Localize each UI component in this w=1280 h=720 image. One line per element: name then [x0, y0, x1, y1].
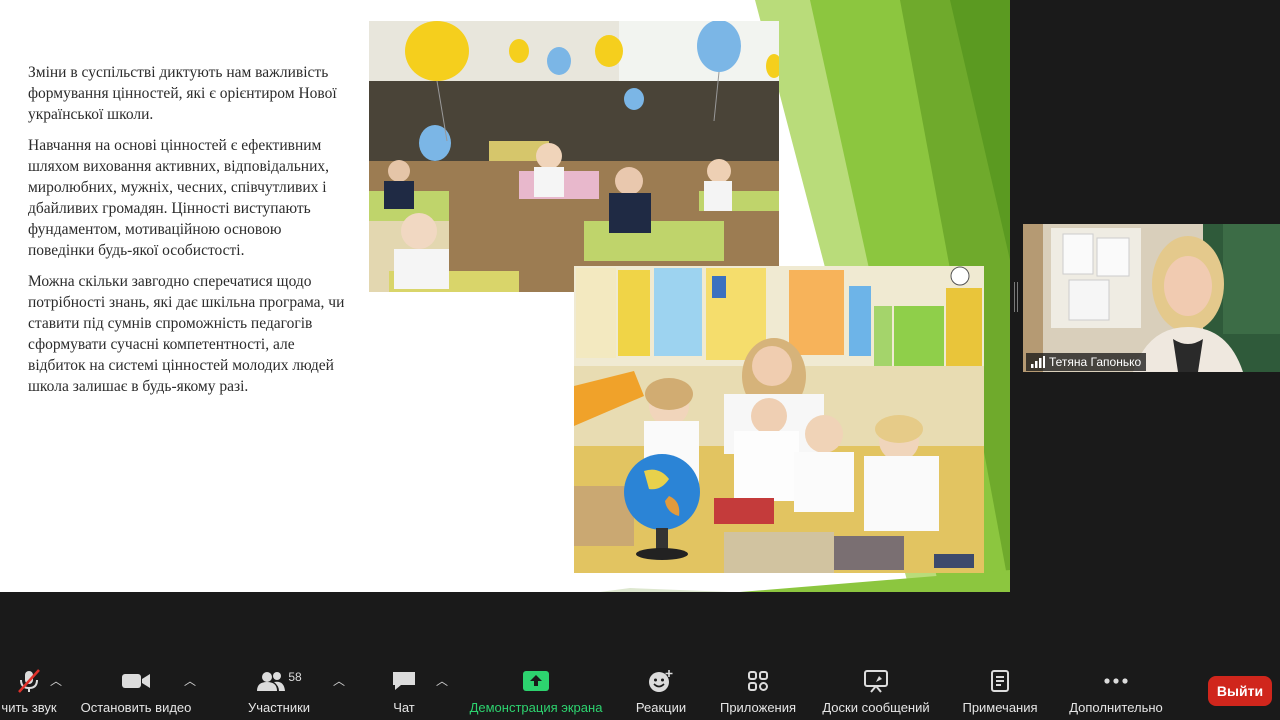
whiteboard-icon	[856, 666, 896, 696]
leave-meeting-button[interactable]: Выйти	[1208, 676, 1272, 706]
video-panel-resize-handle[interactable]	[1014, 282, 1018, 312]
participants-label: Участники	[247, 700, 311, 715]
participants-count: 58	[288, 670, 302, 684]
meeting-toolbar: чить звук ︿ Остановить видео ︿ 58 Участн…	[0, 660, 1280, 720]
participants-options-chevron-icon[interactable]: ︿	[333, 672, 345, 689]
chat-label: Чат	[393, 700, 415, 715]
slide-paragraph-2: Навчання на основі цінностей є ефективни…	[28, 137, 329, 259]
participants-icon: 58	[249, 666, 309, 696]
whiteboards-button[interactable]: Доски сообщений	[814, 660, 938, 720]
notes-label: Примечания	[962, 700, 1038, 715]
video-options-chevron-icon[interactable]: ︿	[184, 672, 196, 689]
apps-label: Приложения	[719, 700, 797, 715]
share-screen-button[interactable]: Демонстрация экрана	[462, 660, 610, 720]
muted-microphone-icon	[9, 666, 49, 696]
slide-green-bottom-strip	[600, 570, 1010, 592]
whiteboards-label: Доски сообщений	[822, 700, 930, 715]
chat-bubble-icon	[384, 666, 424, 696]
classroom-photo-1	[369, 21, 779, 292]
classroom-photo-2	[574, 266, 984, 573]
smiley-plus-icon	[641, 666, 681, 696]
chat-options-chevron-icon[interactable]: ︿	[436, 672, 448, 689]
participant-name-tag: Тетяна Гапонько	[1026, 353, 1147, 371]
stop-video-button[interactable]: Остановить видео	[76, 660, 196, 720]
slide-paragraph-3: Можна скільки завгодно сперечатися щодо …	[28, 273, 345, 395]
apps-icon	[738, 666, 778, 696]
unmute-button[interactable]: чить звук	[0, 660, 64, 720]
participant-name: Тетяна Гапонько	[1049, 355, 1142, 369]
zoom-meeting-window: Зміни в суспільстві диктують нам важливі…	[0, 0, 1280, 720]
audio-options-chevron-icon[interactable]: ︿	[50, 672, 62, 689]
notes-button[interactable]: Примечания	[956, 660, 1044, 720]
video-camera-icon	[116, 666, 156, 696]
unmute-label: чить звук	[1, 700, 57, 715]
stop-video-label: Остановить видео	[80, 700, 192, 715]
notes-icon	[980, 666, 1020, 696]
apps-button[interactable]: Приложения	[712, 660, 804, 720]
more-button[interactable]: Дополнительно	[1060, 660, 1172, 720]
reactions-button[interactable]: Реакции	[630, 660, 692, 720]
more-dots-icon	[1096, 666, 1136, 696]
signal-bars-icon	[1031, 356, 1045, 368]
participant-video-tile[interactable]	[1023, 224, 1280, 372]
slide-text-block: Зміни в суспільстві диктують нам важливі…	[28, 62, 348, 407]
slide-paragraph-1: Зміни в суспільстві диктують нам важливі…	[28, 64, 337, 123]
participants-button[interactable]: 58 Участники	[240, 660, 318, 720]
share-screen-icon	[516, 666, 556, 696]
chat-button[interactable]: Чат	[384, 660, 424, 720]
share-screen-label: Демонстрация экрана	[469, 700, 603, 715]
more-label: Дополнительно	[1069, 700, 1163, 715]
reactions-label: Реакции	[635, 700, 687, 715]
